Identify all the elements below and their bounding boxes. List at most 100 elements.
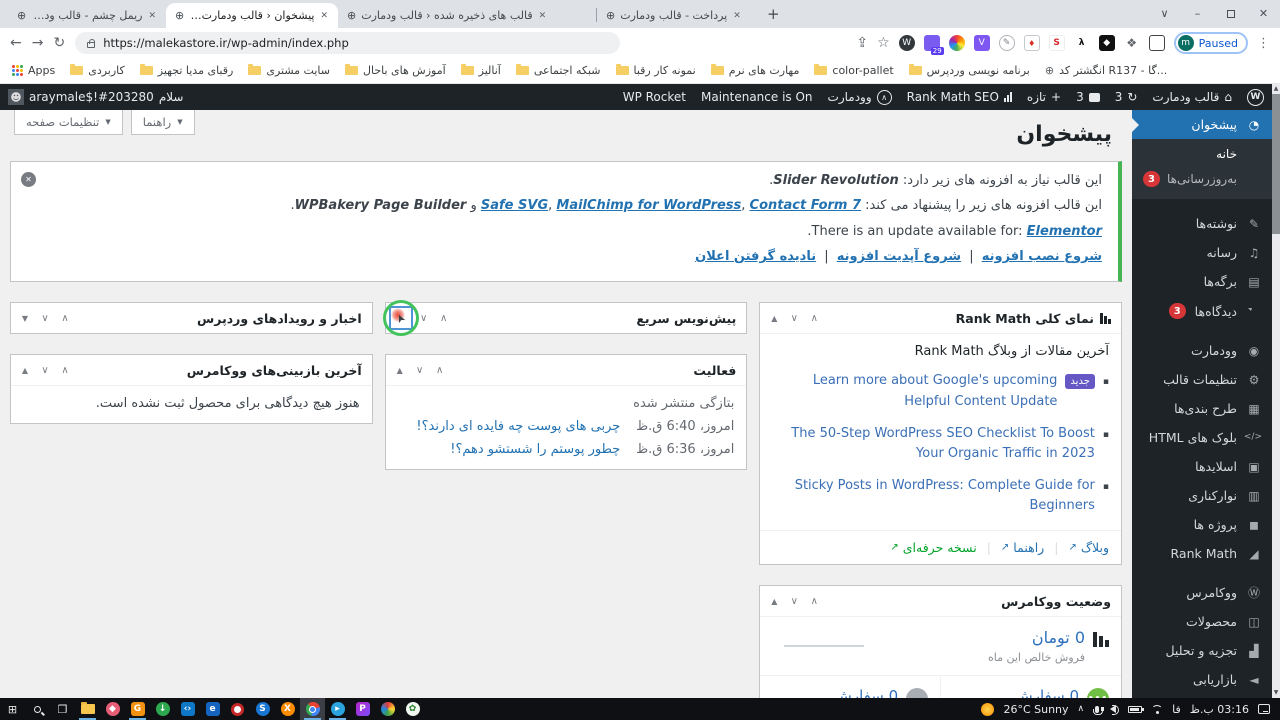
wifi-icon[interactable] xyxy=(1151,705,1163,714)
move-down-icon[interactable]: ∨ xyxy=(35,360,55,380)
screen-options-button[interactable]: تنظیمات صفحه ▼ xyxy=(14,110,123,135)
reload-icon[interactable]: ↻ xyxy=(53,35,65,51)
start-button[interactable]: ⊞ xyxy=(0,698,25,720)
scrollbar-thumb[interactable] xyxy=(1272,94,1280,234)
profile-button[interactable]: m Paused xyxy=(1173,32,1248,54)
sidebar-item-slides[interactable]: ▣ اسلایدها xyxy=(1132,452,1272,481)
app-idm-button[interactable]: ↓ xyxy=(150,698,175,720)
sidebar-item-updates[interactable]: به‌روزرسانی‌ها 3 xyxy=(1132,166,1272,192)
share-icon[interactable]: ⇪ xyxy=(856,35,868,51)
dismiss-notice-icon[interactable]: ✕ xyxy=(21,172,36,187)
app-shareit-button[interactable]: S xyxy=(250,698,275,720)
apps-shortcut[interactable]: Apps xyxy=(12,64,55,77)
wordpress-logo-icon[interactable]: W xyxy=(1247,88,1264,106)
bookmark-star-icon[interactable]: ☆ xyxy=(877,35,890,51)
move-up-icon[interactable]: ∧ xyxy=(804,591,824,611)
tab-close-icon[interactable]: ✕ xyxy=(538,11,548,21)
widget-header[interactable]: فعالیت ▲ ∨ ∧ xyxy=(386,355,747,385)
tab-saved-templates[interactable]: ⊕ قالب های ذخیره شده ‹ قالب ودمارت ✕ xyxy=(338,3,596,28)
sidebar-item-comments[interactable]: دیدگاه‌ها 3 xyxy=(1132,296,1272,326)
clock[interactable]: 03:16 ب.ظ xyxy=(1190,703,1249,716)
dismiss-notice-link[interactable]: نادیده گرفتن اعلان xyxy=(695,249,816,264)
wp-rocket-menu[interactable]: WP Rocket xyxy=(623,90,686,104)
toggle-icon[interactable]: ▲ xyxy=(764,591,784,611)
toggle-icon[interactable]: ▲ xyxy=(390,360,410,380)
sidebar-item-layouts[interactable]: ▦ طرح بندی‌ها xyxy=(1132,394,1272,423)
language-indicator[interactable]: فا xyxy=(1172,703,1181,716)
file-explorer-button[interactable] xyxy=(75,698,100,720)
tab-close-icon[interactable]: ✕ xyxy=(147,11,157,21)
address-bar[interactable]: https://malekastore.ir/wp-admin/index.ph… xyxy=(75,32,621,54)
begin-install-link[interactable]: شروع نصب افزونه xyxy=(982,249,1102,264)
processing-orders-value[interactable]: 0 سفارش xyxy=(999,686,1079,698)
sidebar-item-rank-math[interactable]: ◢ Rank Math xyxy=(1132,539,1272,568)
toggle-icon[interactable]: ▲ xyxy=(15,360,35,380)
rank-math-blog-link[interactable]: وبلاگ ↗ xyxy=(1068,540,1109,555)
tab-rimel[interactable]: ⊕ ریمل چشم - قالب ودمارت ✕ xyxy=(8,3,166,28)
url-text[interactable]: https://malekastore.ir/wp-admin/index.ph… xyxy=(103,36,349,50)
bookmark-folder[interactable]: شبکه اجتماعی xyxy=(515,64,601,77)
new-content-menu[interactable]: تازه + xyxy=(1027,90,1061,104)
forward-icon[interactable]: → xyxy=(32,35,44,51)
minimize-button[interactable]: – xyxy=(1181,0,1214,28)
sidebar-item-woocommerce[interactable]: Ⓦ ووکامرس xyxy=(1132,578,1272,607)
sidebar-item-woodmart[interactable]: ◉ وودمارت xyxy=(1132,336,1272,365)
toggle-icon[interactable]: ▼ xyxy=(15,308,35,328)
sidebar-item-projects[interactable]: ◼ پروژه ها xyxy=(1132,510,1272,539)
sidebar-item-home[interactable]: خانه xyxy=(1132,142,1272,166)
blog-post-link[interactable]: Sticky Posts in WordPress: Complete Guid… xyxy=(772,476,1095,516)
lambda-extension-icon[interactable]: λ xyxy=(1073,35,1090,51)
speaker-icon[interactable] xyxy=(1101,705,1120,715)
tab-close-icon[interactable]: ✕ xyxy=(732,11,742,21)
on-hold-orders-value[interactable]: 0 سفارش xyxy=(821,686,899,698)
activity-post-link[interactable]: چربی های پوست چه فایده ای دارند؟! xyxy=(416,419,620,434)
move-down-icon[interactable]: ∨ xyxy=(35,308,55,328)
toggle-button-focused[interactable]: ➤ xyxy=(382,300,419,337)
comments-menu[interactable]: 3 xyxy=(1076,90,1100,104)
mailchimp-link[interactable]: MailChimp for WordPress xyxy=(556,198,741,213)
dark-extension-icon[interactable]: ◆ xyxy=(1098,35,1115,51)
action-center-icon[interactable] xyxy=(1258,704,1270,714)
contact-form-7-link[interactable]: Contact Form 7 xyxy=(750,198,862,213)
tab-close-icon[interactable]: ✕ xyxy=(319,11,329,21)
browser-menu-icon[interactable]: ⋮ xyxy=(1257,36,1270,51)
tab-dashboard[interactable]: ⊕ پیشخوان ‹ قالب ودمارت — وردپرس ✕ xyxy=(166,3,338,28)
bookmark-folder[interactable]: نمونه کار رقبا xyxy=(615,64,696,77)
widget-header[interactable]: اخبار و رویدادهای وردپرس ▼ ∨ ∧ xyxy=(11,303,372,333)
new-tab-button[interactable]: + xyxy=(767,5,780,23)
move-up-icon[interactable]: ∧ xyxy=(55,308,75,328)
bookmark-folder[interactable]: کاربردی xyxy=(70,64,125,77)
bookmark-folder[interactable]: color-pallet xyxy=(814,64,894,77)
sidebar-item-analytics[interactable]: ▟ تجزیه و تحلیل xyxy=(1132,636,1272,665)
app-blue-button[interactable]: e xyxy=(200,698,225,720)
battery-icon[interactable] xyxy=(1128,705,1145,713)
close-button[interactable]: ✕ xyxy=(1247,0,1280,28)
app-g-button[interactable]: G xyxy=(125,698,150,720)
maintenance-menu[interactable]: Maintenance is On xyxy=(701,90,813,104)
move-down-icon[interactable]: ∨ xyxy=(784,308,804,328)
extensions-puzzle-icon[interactable]: ❖ xyxy=(1124,35,1140,51)
v-extension-icon[interactable]: V xyxy=(973,35,990,51)
bookmark-extension-icon[interactable]: ♦ xyxy=(1023,35,1040,51)
scroll-down-icon[interactable]: ▼ xyxy=(1274,688,1279,698)
seo-extension-icon[interactable]: S xyxy=(1048,35,1065,51)
bookmark-folder[interactable]: سایت مشتری xyxy=(248,64,330,77)
help-button[interactable]: راهنما ▼ xyxy=(130,110,195,135)
microphone-icon[interactable] xyxy=(1092,705,1103,715)
sidebar-item-products[interactable]: ◫ محصولات xyxy=(1132,607,1272,636)
sidebar-item-dashboard[interactable]: ◔ پیشخوان xyxy=(1132,110,1272,139)
sidebar-item-theme-settings[interactable]: ⚙ تنظیمات قالب xyxy=(1132,365,1272,394)
app-opera-button[interactable] xyxy=(225,698,250,720)
chrome-button[interactable] xyxy=(300,698,325,720)
app-jetbrains-button[interactable]: P xyxy=(350,698,375,720)
activity-post-link[interactable]: چطور پوستم را شستشو دهم؟! xyxy=(450,442,620,457)
window-menu-chevron-icon[interactable]: ∨ xyxy=(1148,0,1181,28)
widget-header[interactable]: آخرین بازبینی‌های ووکامرس ▲ ∨ ∧ xyxy=(11,355,372,385)
page-scrollbar[interactable]: ▲ ▼ xyxy=(1272,84,1280,698)
admin-bar-user[interactable]: ☻ araymale$!#203280 سلام xyxy=(8,89,183,105)
net-sales-value[interactable]: 0 تومان xyxy=(988,627,1085,649)
move-up-icon[interactable]: ∧ xyxy=(434,308,454,328)
move-up-icon[interactable]: ∧ xyxy=(430,360,450,380)
sidebar-item-posts[interactable]: ✎ نوشته‌ها xyxy=(1132,209,1272,238)
color-wheel-extension-icon[interactable] xyxy=(948,35,965,51)
